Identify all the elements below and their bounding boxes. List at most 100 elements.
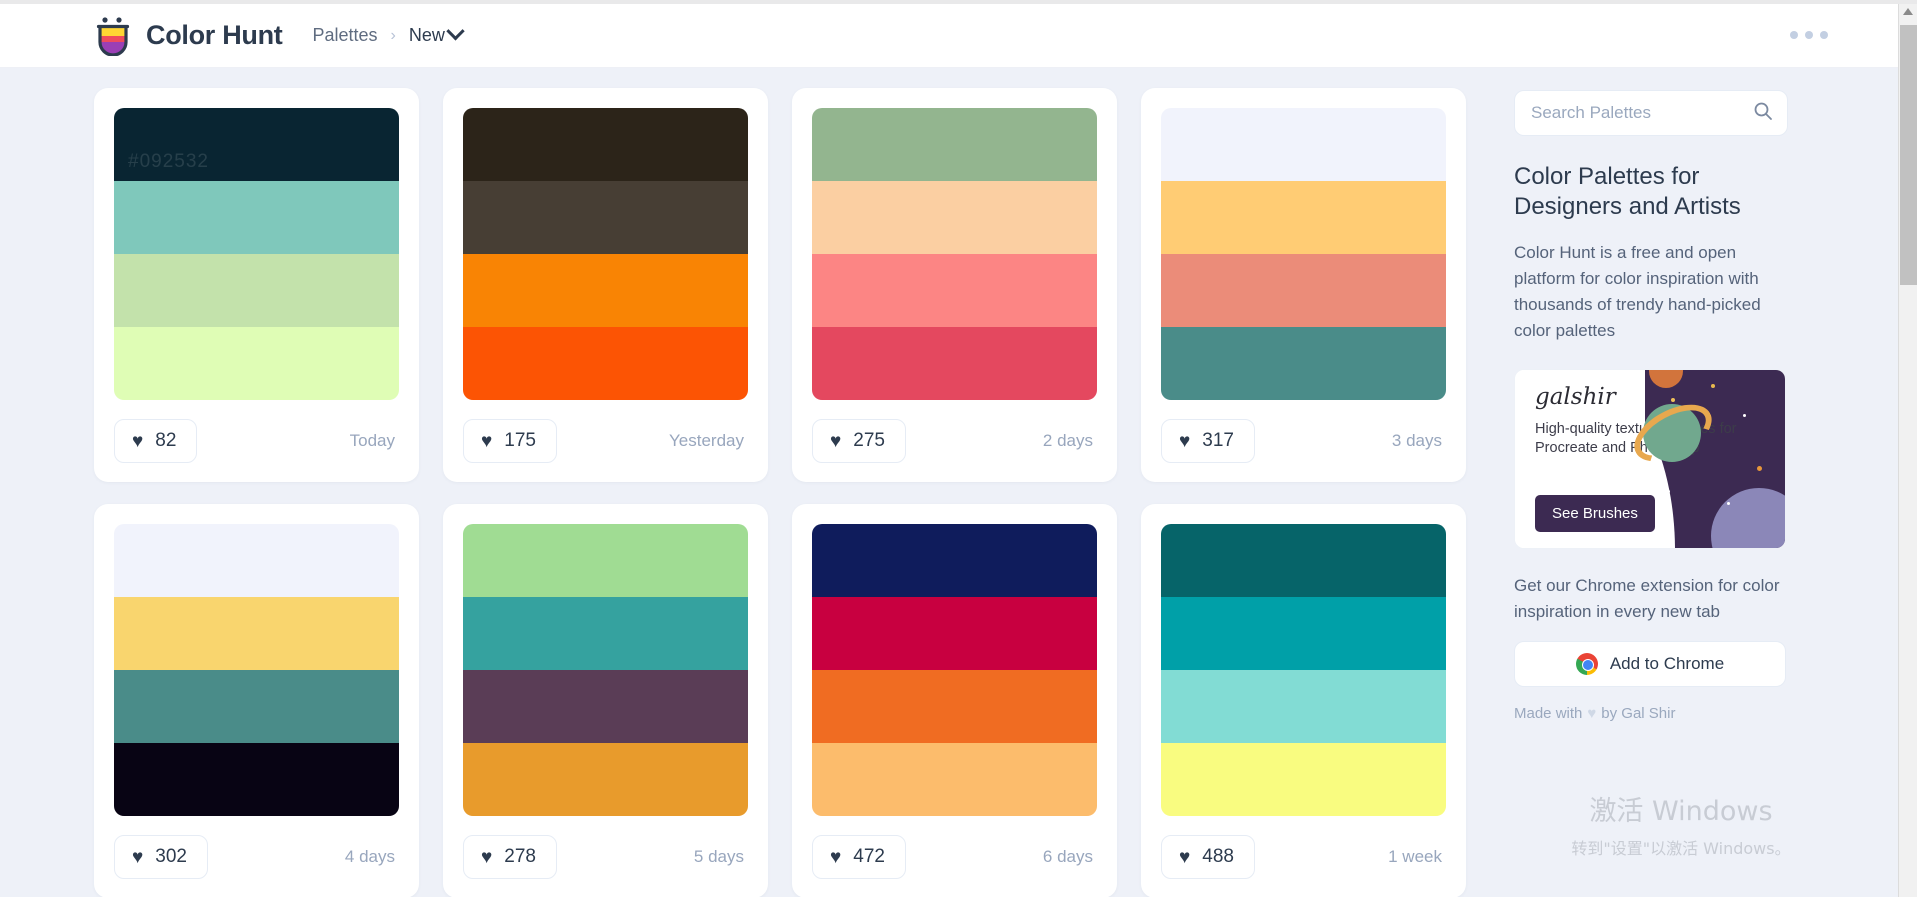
star-dot — [1757, 466, 1762, 471]
color-swatch[interactable] — [463, 181, 748, 254]
color-swatch[interactable] — [463, 743, 748, 816]
like-count: 488 — [1202, 846, 1234, 867]
like-button[interactable]: ♥ 488 — [1161, 835, 1255, 879]
color-swatch[interactable] — [114, 524, 399, 597]
like-button[interactable]: ♥ 472 — [812, 835, 906, 879]
palette-swatches — [812, 524, 1097, 816]
palette-card[interactable]: ♥ 302 4 days — [94, 504, 419, 897]
color-swatch[interactable] — [812, 108, 1097, 181]
like-button[interactable]: ♥ 275 — [812, 419, 906, 463]
color-swatch[interactable] — [812, 670, 1097, 743]
color-swatch[interactable] — [114, 670, 399, 743]
brand-logo-link[interactable]: Color Hunt — [94, 16, 283, 57]
palette-card-footer: ♥ 175 Yesterday — [463, 400, 748, 482]
palette-swatches: #092532 — [114, 108, 399, 400]
dot — [1820, 31, 1828, 39]
palette-date: Yesterday — [669, 431, 744, 450]
color-swatch[interactable] — [114, 327, 399, 400]
like-button[interactable]: ♥ 82 — [114, 419, 198, 463]
breadcrumb-separator-icon: › — [390, 26, 396, 44]
color-swatch[interactable] — [1161, 327, 1446, 400]
palette-card[interactable]: ♥ 175 Yesterday — [443, 88, 768, 482]
like-count: 278 — [504, 846, 536, 867]
like-button[interactable]: ♥ 302 — [114, 835, 208, 879]
color-swatch[interactable] — [114, 181, 399, 254]
color-swatch[interactable] — [1161, 670, 1446, 743]
color-swatch[interactable] — [1161, 254, 1446, 327]
color-swatch[interactable] — [463, 254, 748, 327]
palette-card-footer: ♥ 488 1 week — [1161, 816, 1446, 897]
add-to-chrome-button[interactable]: Add to Chrome — [1514, 641, 1786, 687]
heart-icon: ♥ — [132, 846, 144, 868]
palette-date: 5 days — [693, 847, 744, 866]
search-palettes-box[interactable] — [1514, 90, 1788, 136]
heart-icon: ♥ — [830, 430, 842, 452]
color-swatch[interactable] — [1161, 108, 1446, 181]
like-count: 82 — [155, 430, 177, 451]
palette-card[interactable]: ♥ 275 2 days — [792, 88, 1117, 482]
palette-date: Today — [349, 431, 395, 450]
palette-card[interactable]: ♥ 278 5 days — [443, 504, 768, 897]
search-input[interactable] — [1531, 103, 1741, 123]
palette-card[interactable]: ♥ 317 3 days — [1141, 88, 1466, 482]
color-swatch[interactable] — [1161, 597, 1446, 670]
planet-large-icon — [1711, 488, 1785, 548]
heart-icon: ♥ — [481, 430, 493, 452]
breadcrumb: Palettes › New — [312, 22, 465, 46]
breadcrumb-new-dropdown[interactable]: New — [409, 22, 465, 46]
palette-date: 2 days — [1042, 431, 1093, 450]
color-swatch[interactable] — [812, 254, 1097, 327]
like-button[interactable]: ♥ 317 — [1161, 419, 1255, 463]
sidebar-description: Color Hunt is a free and open platform f… — [1514, 243, 1761, 340]
star-dot — [1727, 502, 1730, 505]
like-count: 275 — [853, 430, 885, 451]
palette-swatches — [1161, 108, 1446, 400]
color-swatch[interactable] — [114, 254, 399, 327]
sponsor-ad-banner[interactable]: galshir High-quality texture brushes for… — [1514, 369, 1786, 549]
watermark-line-2: 转到"设置"以激活 Windows。 — [1571, 839, 1791, 858]
palette-card-footer: ♥ 317 3 days — [1161, 400, 1446, 482]
palette-swatches — [463, 108, 748, 400]
color-swatch[interactable] — [812, 327, 1097, 400]
heart-icon: ♥ — [1179, 846, 1191, 868]
color-swatch[interactable] — [463, 108, 748, 181]
breadcrumb-palettes[interactable]: Palettes — [312, 25, 377, 46]
color-swatch[interactable] — [1161, 743, 1446, 816]
color-swatch[interactable] — [463, 327, 748, 400]
color-swatch[interactable] — [463, 597, 748, 670]
palette-card[interactable]: #092532 ♥ 82 Today — [94, 88, 419, 482]
dot — [1805, 31, 1813, 39]
palette-grid: #092532 ♥ 82 Today ♥ 175 Yesterday ♥ 275 2 days ♥ 3… — [94, 88, 1500, 897]
scroll-up-arrow-icon[interactable] — [1903, 8, 1913, 15]
scrollbar-thumb[interactable] — [1900, 25, 1917, 285]
see-brushes-button[interactable]: See Brushes — [1535, 495, 1655, 532]
like-count: 472 — [853, 846, 885, 867]
color-swatch[interactable] — [812, 524, 1097, 597]
like-button[interactable]: ♥ 175 — [463, 419, 557, 463]
color-swatch[interactable] — [114, 597, 399, 670]
color-swatch[interactable] — [812, 181, 1097, 254]
like-button[interactable]: ♥ 278 — [463, 835, 557, 879]
palette-date: 6 days — [1042, 847, 1093, 866]
color-swatch[interactable] — [812, 597, 1097, 670]
color-swatch[interactable] — [812, 743, 1097, 816]
search-icon[interactable] — [1753, 101, 1773, 126]
palette-card-footer: ♥ 302 4 days — [114, 816, 399, 897]
star-dot — [1743, 414, 1746, 417]
palette-card[interactable]: ♥ 488 1 week — [1141, 504, 1466, 897]
palette-card[interactable]: ♥ 472 6 days — [792, 504, 1117, 897]
color-swatch[interactable] — [1161, 181, 1446, 254]
more-horizontal-icon[interactable] — [1790, 31, 1828, 39]
color-swatch[interactable] — [114, 743, 399, 816]
color-swatch[interactable] — [463, 524, 748, 597]
color-swatch[interactable] — [463, 670, 748, 743]
color-swatch[interactable] — [1161, 524, 1446, 597]
browser-scrollbar[interactable] — [1898, 4, 1917, 897]
made-with-suffix: by Gal Shir — [1601, 705, 1676, 722]
made-by-credit[interactable]: Made with ♥ by Gal Shir — [1514, 705, 1830, 722]
star-dot — [1711, 384, 1715, 388]
chevron-down-icon — [446, 22, 465, 41]
color-swatch[interactable]: #092532 — [114, 108, 399, 181]
palette-card-footer: ♥ 472 6 days — [812, 816, 1097, 897]
chrome-extension-text: Get our Chrome extension for color inspi… — [1514, 576, 1780, 621]
